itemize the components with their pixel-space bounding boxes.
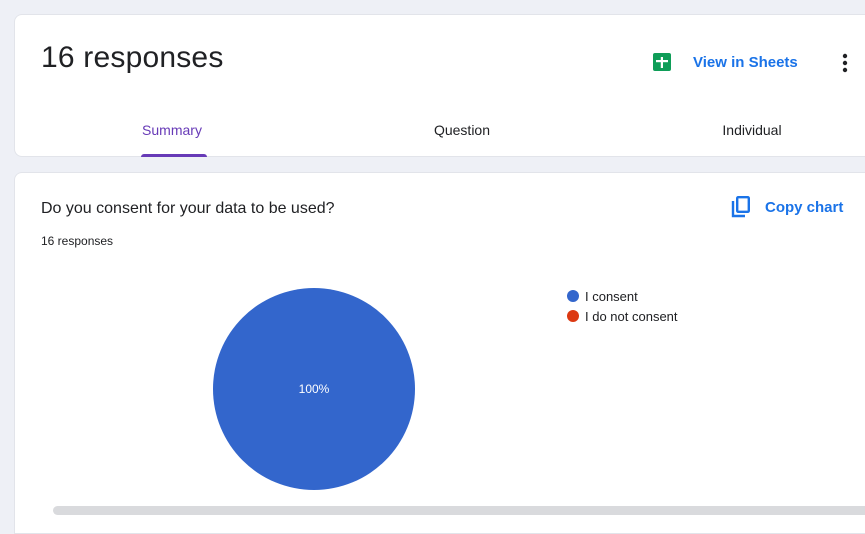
horizontal-scrollbar[interactable] [53,506,865,515]
view-in-sheets-label: View in Sheets [693,53,798,71]
view-in-sheets-button[interactable]: View in Sheets [653,51,798,73]
more-options-button[interactable] [837,51,853,75]
active-tab-indicator [141,154,207,157]
legend-swatch [567,290,579,302]
question-summary-card: Do you consent for your data to be used?… [14,172,865,534]
page-title: 16 responses [41,41,224,74]
tab-summary[interactable]: Summary [107,122,237,138]
tab-question[interactable]: Question [397,122,527,138]
copy-icon [731,196,751,218]
legend-swatch [567,310,579,322]
tab-individual[interactable]: Individual [687,122,817,138]
pie-chart: 100% [213,288,415,490]
pie-slice-label: 100% [299,382,330,396]
responses-header-card: 16 responses View in Sheets Summary Ques… [14,14,865,157]
legend-label: I do not consent [585,308,678,324]
chart-legend: I consent I do not consent [567,286,678,326]
question-title: Do you consent for your data to be used? [41,200,335,217]
response-count: 16 responses [41,234,114,248]
google-sheets-icon [653,51,671,73]
legend-item-consent: I consent [567,286,678,306]
legend-item-no-consent: I do not consent [567,306,678,326]
legend-label: I consent [585,288,638,304]
copy-chart-label: Copy chart [765,198,844,216]
more-vert-icon [837,53,853,79]
copy-chart-button[interactable]: Copy chart [731,195,843,219]
